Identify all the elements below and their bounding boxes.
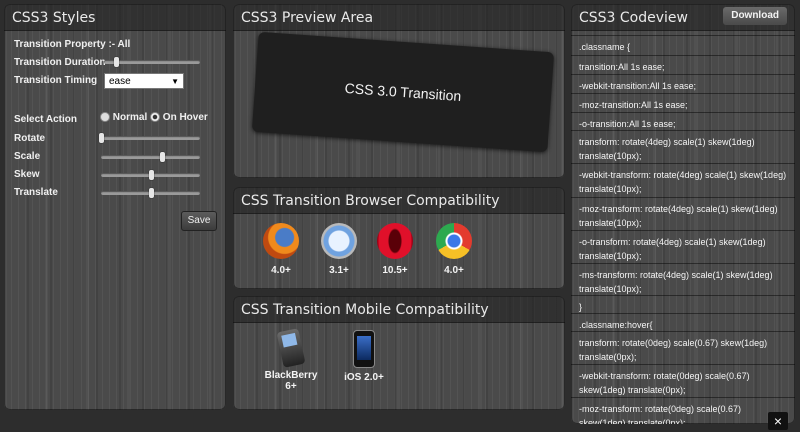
slider-thumb[interactable]	[99, 133, 104, 143]
rotate-slider[interactable]	[99, 133, 200, 143]
transition-duration-slider[interactable]	[104, 57, 200, 67]
code-line: -moz-transform: rotate(4deg) scale(1) sk…	[571, 197, 795, 230]
styles-panel: CSS3 Styles Transition Property :- All T…	[4, 4, 226, 410]
code-line: -webkit-transition:All 1s ease;	[571, 74, 795, 93]
codeview-panel: CSS3 Codeview Download .classname { tran…	[571, 4, 795, 424]
blackberry-icon	[276, 328, 306, 368]
styles-panel-title: CSS3 Styles	[4, 4, 226, 31]
code-line: -webkit-transform: rotate(0deg) scale(0.…	[571, 364, 795, 397]
device-iphone: iOS 2.0+	[340, 330, 388, 383]
slider-thumb[interactable]	[148, 188, 154, 198]
select-action-label: Select Action	[14, 114, 77, 125]
scale-label: Scale	[14, 151, 41, 162]
slider-thumb[interactable]	[113, 57, 119, 67]
slider-thumb[interactable]	[148, 170, 154, 180]
browser-chrome: 4.0+	[429, 223, 479, 276]
preview-box[interactable]: CSS 3.0 Transition	[251, 31, 555, 153]
code-line: -moz-transform: rotate(0deg) scale(0.67)…	[571, 397, 795, 424]
device-blackberry: BlackBerry 6+	[261, 328, 321, 392]
skew-slider[interactable]	[101, 170, 200, 180]
radio-normal[interactable]	[100, 112, 110, 123]
transition-duration-label: Transition Duration	[14, 57, 106, 68]
browser-version: 10.5+	[382, 265, 408, 276]
code-line: transform: rotate(0deg) scale(0.67) skew…	[571, 331, 795, 364]
iphone-icon	[353, 330, 375, 368]
browser-version: 4.0+	[444, 265, 464, 276]
code-line: -webkit-transform: rotate(4deg) scale(1)…	[571, 163, 795, 197]
code-line: .classname:hover{	[571, 313, 795, 331]
radio-normal-label: Normal	[112, 112, 148, 123]
translate-slider[interactable]	[101, 188, 200, 198]
slider-thumb[interactable]	[160, 152, 166, 162]
mobile-compat-panel: CSS Transition Mobile Compatibility Blac…	[233, 296, 565, 410]
scale-slider[interactable]	[101, 152, 200, 162]
preview-panel-title: CSS3 Preview Area	[233, 4, 565, 31]
skew-label: Skew	[14, 169, 40, 180]
code-line: -o-transition:All 1s ease;	[571, 112, 795, 130]
browser-version: 4.0+	[271, 265, 291, 276]
chrome-icon	[436, 223, 472, 259]
radio-on-hover-label: On Hover	[162, 112, 208, 123]
code-line: transition:All 1s ease;	[571, 55, 795, 74]
mobile-compat-title: CSS Transition Mobile Compatibility	[233, 296, 565, 323]
download-button[interactable]: Download	[723, 7, 787, 25]
device-label: iOS 2.0+	[344, 372, 384, 383]
transition-property-label: Transition Property :- All	[14, 39, 131, 50]
code-line: -ms-transform: rotate(4deg) scale(1) ske…	[571, 263, 795, 295]
browser-safari: 3.1+	[314, 223, 364, 276]
code-line: -o-transform: rotate(4deg) scale(1) skew…	[571, 230, 795, 263]
browser-compat-panel: CSS Transition Browser Compatibility 4.0…	[233, 187, 565, 289]
browser-version: 3.1+	[329, 265, 349, 276]
browser-compat-title: CSS Transition Browser Compatibility	[233, 187, 565, 214]
translate-label: Translate	[14, 187, 58, 198]
transition-timing-value: ease	[109, 76, 131, 87]
device-label: BlackBerry 6+	[264, 370, 318, 392]
code-line: transform: rotate(4deg) scale(1) skew(1d…	[571, 130, 795, 163]
preview-box-text: CSS 3.0 Transition	[344, 79, 462, 105]
firefox-icon	[263, 223, 299, 259]
rotate-label: Rotate	[14, 133, 46, 144]
transition-timing-select[interactable]: ease ▼	[104, 73, 184, 89]
code-line: -moz-transition:All 1s ease;	[571, 93, 795, 112]
opera-icon	[377, 223, 413, 259]
safari-icon	[321, 223, 357, 259]
close-icon[interactable]: ×	[768, 412, 788, 430]
code-line: .classname {	[571, 35, 795, 55]
code-line: }	[571, 295, 795, 313]
action-radio-group: Normal On Hover	[100, 112, 208, 123]
browser-opera: 10.5+	[370, 223, 420, 276]
transition-timing-label: Transition Timing	[14, 75, 98, 86]
radio-on-hover[interactable]	[150, 112, 161, 123]
chevron-down-icon: ▼	[171, 77, 179, 86]
save-button[interactable]: Save	[181, 211, 217, 231]
browser-firefox: 4.0+	[256, 223, 306, 276]
